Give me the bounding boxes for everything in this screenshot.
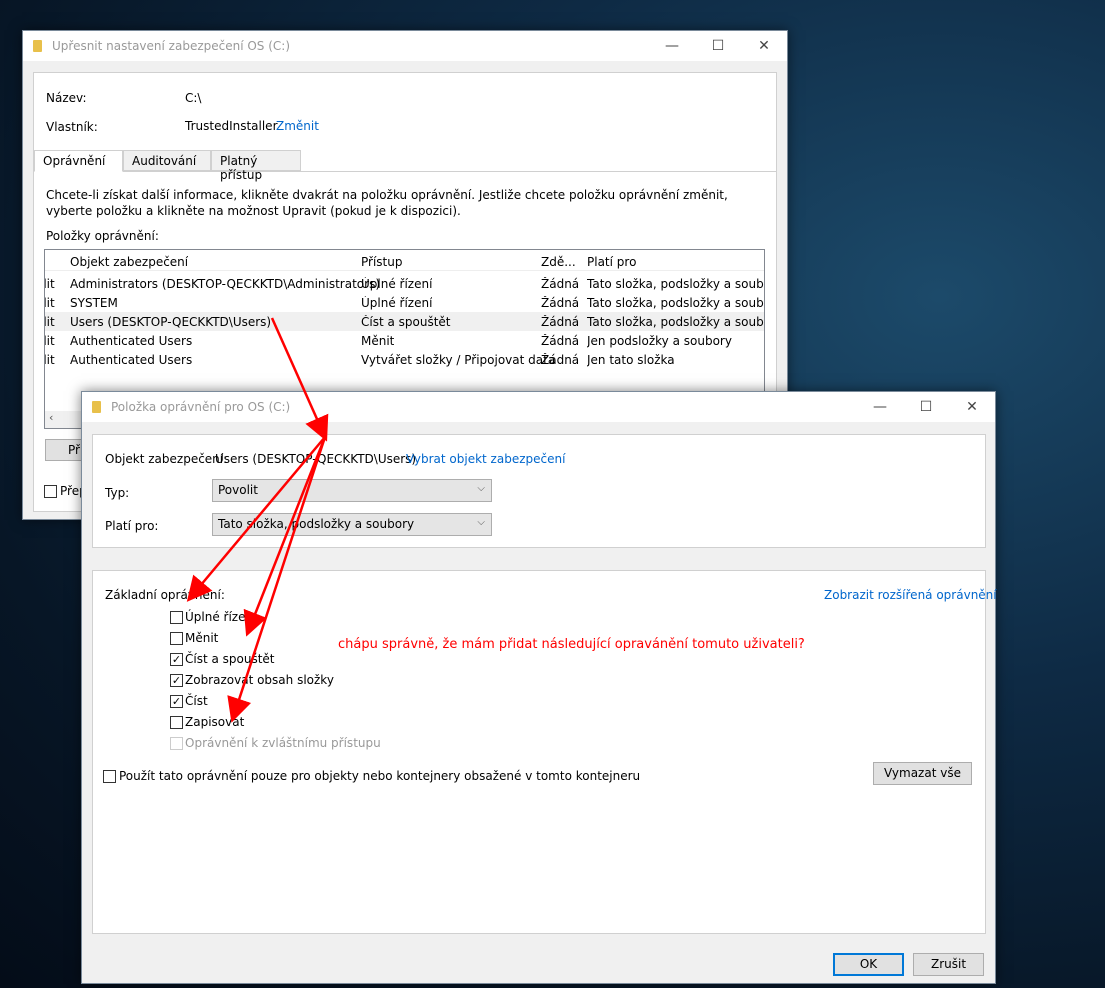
annotation-arrows (186, 317, 329, 723)
annotation-text: chápu správně, že mám přidat následující… (338, 637, 805, 652)
arrow (243, 436, 327, 637)
arrow (186, 436, 326, 602)
arrow (270, 317, 329, 442)
arrow (227, 436, 327, 723)
